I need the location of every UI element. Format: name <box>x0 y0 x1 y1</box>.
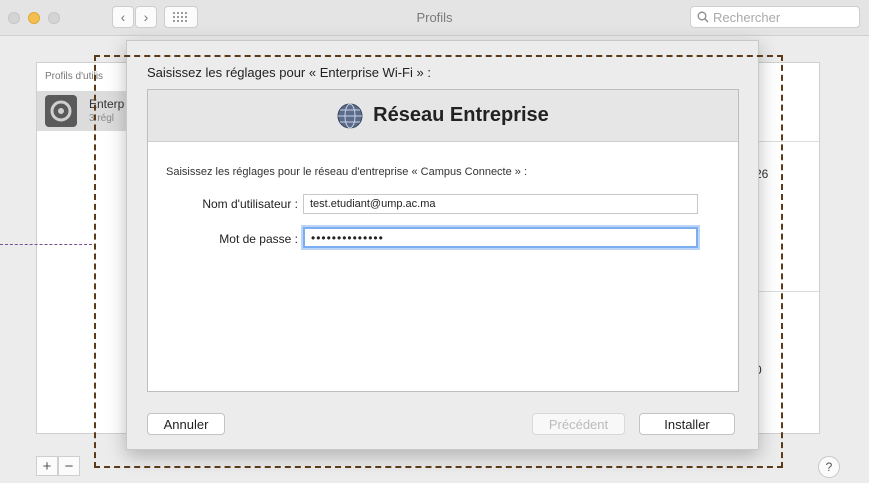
help-button[interactable]: ? <box>818 456 840 478</box>
search-placeholder: Rechercher <box>713 9 781 25</box>
highlight-box <box>94 55 783 468</box>
remove-profile-button[interactable]: − <box>58 456 80 476</box>
search-icon <box>697 11 709 23</box>
annotation-line <box>0 244 92 245</box>
add-profile-button[interactable]: + <box>36 456 58 476</box>
add-remove-controls: + − <box>36 456 80 476</box>
title-bar: ‹ › Profils Rechercher <box>0 0 869 36</box>
profile-gear-icon <box>45 95 77 127</box>
search-field[interactable]: Rechercher <box>690 6 860 28</box>
